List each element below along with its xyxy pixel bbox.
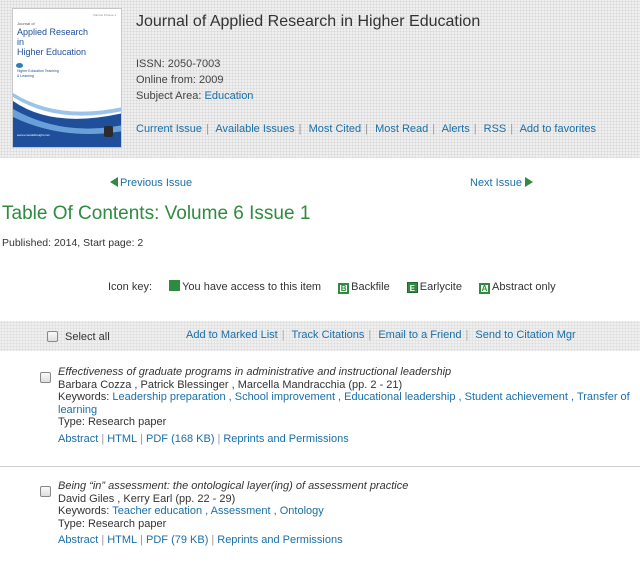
icon-key-earlycite: E Earlycite bbox=[406, 281, 462, 293]
nav-add-to-favorites[interactable]: Add to favorites bbox=[520, 123, 596, 135]
icon-key-access-text: You have access to this item bbox=[182, 281, 322, 293]
link-separator: | bbox=[211, 534, 215, 546]
nav-separator: | bbox=[298, 123, 302, 135]
journal-cover-image[interactable]: Journal of Volume 6 Issue 1 Applied Rese… bbox=[12, 8, 122, 148]
backfile-icon: B bbox=[338, 283, 350, 294]
article-keywords: Keywords: Teacher education , Assessment… bbox=[58, 505, 636, 518]
nav-separator: | bbox=[365, 123, 368, 135]
action-separator: | bbox=[368, 329, 372, 341]
article-checkbox-wrap bbox=[40, 486, 58, 498]
send-to-citation-mgr-link[interactable]: Send to Citation Mgr bbox=[475, 329, 575, 341]
article-type: Type: Research paper bbox=[58, 517, 167, 530]
cover-title-line-1: Applied Research in bbox=[17, 27, 89, 47]
abstract-only-icon: A bbox=[479, 283, 491, 294]
next-issue-label: Next Issue bbox=[470, 177, 522, 189]
article-divider bbox=[0, 466, 640, 467]
nav-available-issues[interactable]: Available Issues bbox=[215, 123, 294, 135]
cover-publisher-logo: Higher Education Teaching & Learning bbox=[16, 63, 61, 79]
select-all[interactable]: Select all bbox=[47, 331, 110, 343]
arrow-right-icon bbox=[524, 177, 533, 187]
reprints-link[interactable]: Reprints and Permissions bbox=[217, 534, 342, 546]
cover-url-text: www.emeraldinsight.com bbox=[17, 133, 51, 137]
keywords-label: Keywords: bbox=[58, 391, 113, 403]
article-checkbox-wrap bbox=[40, 372, 58, 384]
link-separator: | bbox=[101, 534, 105, 546]
nav-alerts[interactable]: Alerts bbox=[442, 123, 470, 135]
article-title: Being “in” assessment: the ontological l… bbox=[58, 480, 409, 492]
published-info: Published: 2014, Start page: 2 bbox=[2, 237, 144, 249]
link-separator: | bbox=[101, 432, 105, 445]
article-links: Abstract | HTML | PDF (79 KB) | Reprints and P… bbox=[58, 534, 636, 547]
nav-separator: | bbox=[432, 123, 436, 135]
icon-key-abstract-only: A Abstract only bbox=[479, 281, 556, 294]
icon-key-earlycite-text: Earlycite bbox=[419, 281, 462, 293]
previous-issue-link[interactable]: Previous Issue bbox=[110, 177, 192, 189]
pdf-link[interactable]: PDF (168 KB) bbox=[146, 433, 214, 445]
journal-subject-area: Subject Area: Education bbox=[136, 90, 253, 102]
action-bar: Select all Add to Marked List | Track Cit… bbox=[0, 321, 640, 351]
pdf-link[interactable]: PDF (79 KB) bbox=[146, 534, 208, 546]
keywords-list[interactable]: Leadership preparation , School improvem… bbox=[58, 391, 630, 416]
select-all-checkbox[interactable] bbox=[47, 331, 58, 342]
icon-key-label: Icon key: bbox=[108, 281, 153, 293]
icon-key-backfile: B Backfile bbox=[338, 281, 390, 294]
reprints-link[interactable]: Reprints and Permissions bbox=[223, 433, 348, 445]
abstract-link[interactable]: Abstract bbox=[58, 433, 98, 445]
keywords-label: Keywords: bbox=[58, 505, 113, 517]
article-authors: Barbara Cozza , Patrick Blessinger , Mar… bbox=[58, 378, 403, 391]
nav-separator: | bbox=[206, 123, 209, 135]
action-separator: | bbox=[281, 329, 285, 341]
icon-key-access: You have access to this item bbox=[169, 280, 322, 293]
nav-current-issue[interactable]: Current Issue bbox=[136, 123, 202, 135]
link-separator: | bbox=[217, 432, 221, 445]
earlycite-icon: E bbox=[406, 282, 418, 293]
arrow-left-icon bbox=[110, 177, 118, 187]
icon-key-backfile-text: Backfile bbox=[351, 281, 390, 293]
link-separator: | bbox=[140, 534, 144, 546]
journal-online-from: Online from: 2009 bbox=[136, 74, 224, 86]
action-separator: | bbox=[465, 329, 469, 341]
full-access-icon bbox=[169, 280, 181, 291]
cover-title: Applied Research in Higher Education bbox=[17, 27, 97, 57]
journal-header: Journal of Volume 6 Issue 1 Applied Rese… bbox=[0, 0, 640, 158]
article-keywords: Keywords: Leadership preparation , Schoo… bbox=[58, 391, 636, 416]
html-link[interactable]: HTML bbox=[107, 433, 137, 445]
page-title: Table Of Contents: Volume 6 Issue 1 bbox=[2, 203, 311, 224]
keywords-list[interactable]: Teacher education , Assessment , Ontolog… bbox=[112, 505, 324, 517]
icon-key-abstract-only-text: Abstract only bbox=[492, 281, 556, 293]
nav-most-cited[interactable]: Most Cited bbox=[309, 123, 362, 135]
article-authors: David Giles , Kerry Earl (pp. 22 - 29) bbox=[58, 492, 236, 505]
journal-nav: Current Issue | Available Issues | Most Ci… bbox=[136, 123, 596, 135]
track-citations-link[interactable]: Track Citations bbox=[291, 329, 364, 341]
abstract-link[interactable]: Abstract bbox=[58, 534, 98, 546]
article-body: Effectiveness of graduate programs in ad… bbox=[58, 366, 636, 445]
nav-separator: | bbox=[510, 123, 514, 135]
cover-title-line-2: Higher Education bbox=[17, 47, 87, 57]
article-body: Being “in” assessment: the ontological l… bbox=[58, 480, 636, 547]
article-title: Effectiveness of graduate programs in ad… bbox=[58, 366, 452, 378]
subject-area-link[interactable]: Education bbox=[205, 90, 254, 102]
nav-most-read[interactable]: Most Read bbox=[375, 123, 428, 135]
cover-issue-text: Volume 6 Issue 1 bbox=[93, 13, 117, 17]
previous-issue-label: Previous Issue bbox=[120, 177, 193, 189]
html-link[interactable]: HTML bbox=[107, 534, 137, 546]
icon-key: Icon key: You have access to this item B… bbox=[108, 280, 556, 294]
cover-small-text: Journal of bbox=[17, 21, 35, 26]
add-to-marked-list-link[interactable]: Add to Marked List bbox=[186, 329, 278, 341]
cover-badge-icon bbox=[104, 126, 113, 137]
next-issue-link[interactable]: Next Issue bbox=[470, 177, 533, 189]
subject-area-label: Subject Area: bbox=[136, 90, 205, 102]
action-links: Add to Marked List | Track Citations | Ema… bbox=[186, 329, 576, 341]
journal-issn: ISSN: 2050-7003 bbox=[136, 58, 221, 70]
nav-separator: | bbox=[473, 123, 477, 135]
article-links: Abstract | HTML | PDF (168 KB) | Reprints and … bbox=[58, 433, 636, 446]
link-separator: | bbox=[140, 432, 144, 445]
article-checkbox[interactable] bbox=[40, 372, 51, 383]
article-type: Type: Research paper bbox=[58, 416, 167, 428]
nav-rss[interactable]: RSS bbox=[484, 123, 507, 135]
journal-title: Journal of Applied Research in Higher Ed… bbox=[136, 13, 481, 30]
article-checkbox[interactable] bbox=[40, 486, 51, 497]
select-all-label: Select all bbox=[65, 331, 110, 343]
email-to-friend-link[interactable]: Email to a Friend bbox=[378, 329, 461, 341]
